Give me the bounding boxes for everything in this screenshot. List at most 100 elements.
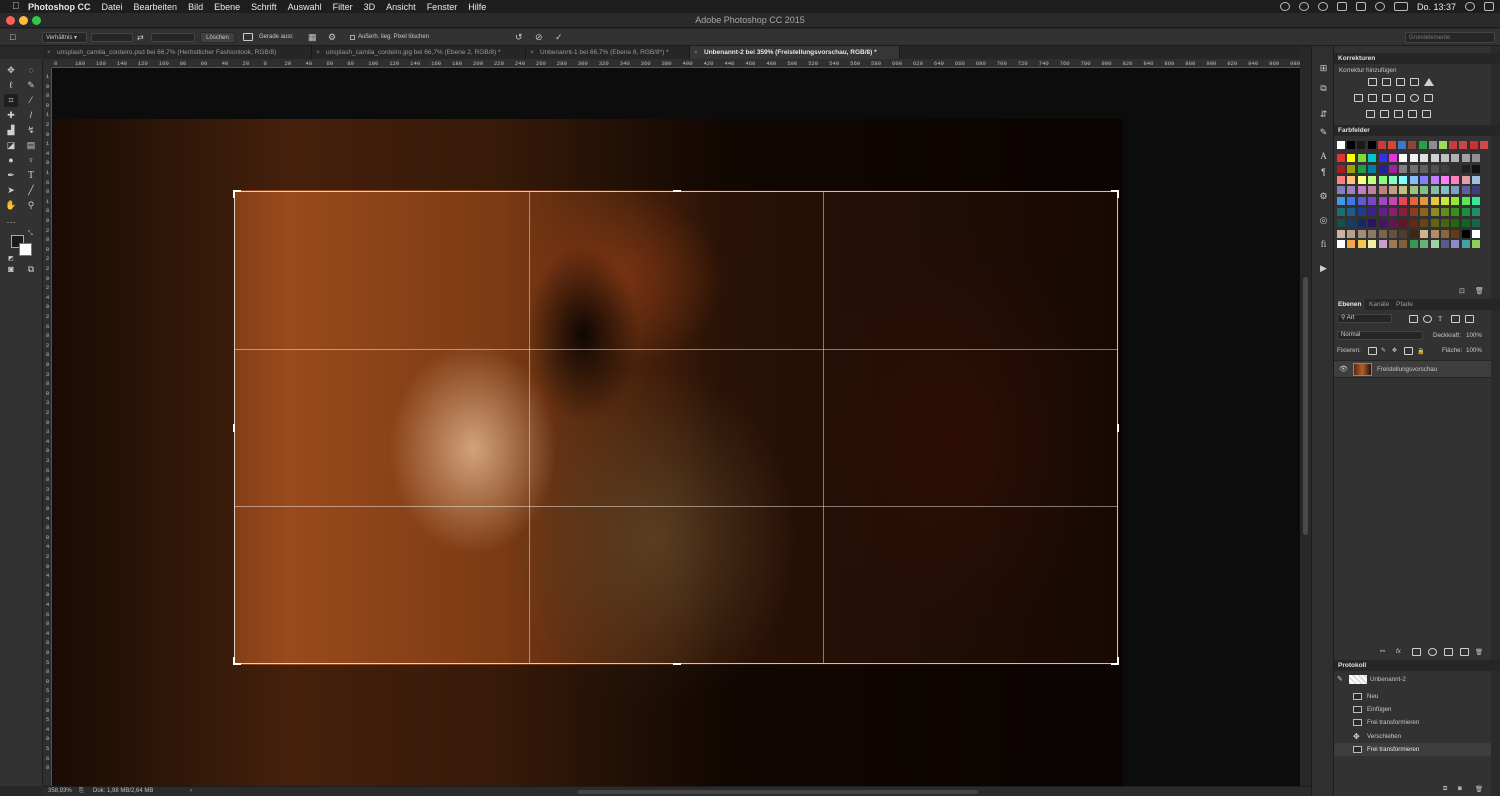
filter-smart-objects-icon[interactable] [1465, 315, 1474, 323]
color-swatch[interactable] [1357, 154, 1366, 162]
color-swatch[interactable] [1451, 229, 1460, 238]
spotlight-search-icon[interactable] [1465, 2, 1475, 11]
horizontal-ruler[interactable]: 0 180 160 140 120 100 80 60 40 20 0 20 40 60 80 100 120 1… [52, 59, 1300, 68]
color-swatch[interactable] [1347, 229, 1356, 238]
crop-handle-right[interactable] [1117, 424, 1119, 432]
color-swatch[interactable] [1441, 218, 1449, 227]
history-brush-tool-icon[interactable]: ↯ [24, 124, 38, 137]
color-swatch[interactable] [1337, 240, 1345, 249]
color-swatch[interactable] [1472, 197, 1481, 206]
color-swatch[interactable] [1357, 208, 1366, 216]
color-swatch[interactable] [1420, 164, 1429, 173]
color-swatch[interactable] [1378, 218, 1387, 227]
clear-button[interactable]: Löschen [200, 32, 235, 43]
layer-name[interactable]: Freistellungsvorschau [1377, 366, 1437, 373]
delete-pixels-label[interactable]: Außerh. lieg. Pixel löschen [358, 32, 429, 43]
color-swatch[interactable] [1337, 186, 1345, 195]
menu-bearbeiten[interactable]: Bearbeiten [134, 2, 178, 12]
status-check-icon[interactable] [1279, 2, 1290, 11]
delete-state-icon[interactable]: 🗑 [1475, 785, 1483, 793]
lock-pixels-icon[interactable]: ✎ [1381, 347, 1386, 354]
color-swatch[interactable] [1347, 141, 1356, 149]
color-swatch[interactable] [1441, 175, 1449, 184]
color-swatch[interactable] [1441, 154, 1449, 162]
color-swatch[interactable] [1389, 229, 1397, 238]
new-snapshot-icon[interactable]: ◙ [1458, 785, 1462, 792]
filter-shape-layers-icon[interactable] [1451, 315, 1460, 323]
color-swatch[interactable] [1420, 229, 1429, 238]
color-swatch[interactable] [1337, 229, 1345, 238]
history-brush-source-icon[interactable]: ✎ [1337, 673, 1343, 686]
gradient-map-icon[interactable] [1408, 110, 1417, 118]
color-swatch[interactable] [1399, 175, 1408, 184]
healing-brush-tool-icon[interactable]: ✚ [4, 109, 18, 122]
layer-mask-icon[interactable] [1412, 648, 1421, 656]
new-group-icon[interactable] [1444, 648, 1453, 656]
color-swatch[interactable] [1420, 218, 1429, 227]
color-swatch[interactable] [1378, 240, 1387, 249]
battery-icon[interactable] [1393, 2, 1408, 11]
pen-tool-icon[interactable]: ✒ [4, 169, 18, 182]
opacity-value[interactable]: 100% [1466, 332, 1482, 339]
color-swatch[interactable] [1420, 175, 1429, 184]
color-swatch[interactable] [1378, 154, 1387, 162]
move-tool-icon[interactable]: ✥ [4, 64, 18, 77]
crop-handle-top[interactable] [673, 190, 681, 192]
color-swatch[interactable] [1357, 186, 1366, 195]
posterize-icon[interactable] [1380, 110, 1389, 118]
brush-presets-icon[interactable]: ⇵ [1317, 108, 1330, 120]
color-swatch[interactable] [1469, 141, 1478, 149]
color-swatch[interactable] [1399, 208, 1408, 216]
color-swatch[interactable] [1389, 240, 1397, 249]
color-swatch[interactable] [1459, 141, 1468, 149]
ratio-width-input[interactable] [91, 33, 133, 42]
color-swatch[interactable] [1409, 218, 1418, 227]
color-swatch[interactable] [1378, 175, 1387, 184]
color-swatch[interactable] [1430, 218, 1439, 227]
delete-pixels-checkbox[interactable] [350, 35, 355, 40]
color-swatch[interactable] [1461, 186, 1470, 195]
color-swatch[interactable] [1378, 164, 1387, 173]
reset-crop-icon[interactable]: ↺ [515, 32, 523, 43]
color-swatch[interactable] [1368, 229, 1377, 238]
hand-tool-icon[interactable]: ✋ [4, 199, 18, 212]
filter-pixel-layers-icon[interactable] [1409, 315, 1418, 323]
crop-handle-bottom-left[interactable] [233, 657, 235, 665]
apple-menu-icon[interactable]:  [12, 1, 22, 12]
black-white-icon[interactable] [1382, 94, 1391, 102]
status-menu-chevron-icon[interactable]: › [190, 787, 192, 796]
adjustments-panel-header[interactable]: Korrekturen [1334, 53, 1500, 64]
color-swatch[interactable] [1337, 197, 1345, 206]
color-swatch[interactable] [1368, 197, 1377, 206]
color-swatch[interactable] [1451, 164, 1460, 173]
color-swatch[interactable] [1337, 164, 1345, 173]
layer-filter-dropdown[interactable]: ⚲ Art [1337, 314, 1392, 323]
channel-mixer-icon[interactable] [1410, 94, 1419, 102]
color-swatch[interactable] [1368, 218, 1377, 227]
document-tab-active[interactable]: × Unbenannt-2 bei 359% (Freistellungsvors… [690, 46, 900, 59]
marquee-tool-icon[interactable]: ◌ [24, 64, 38, 77]
color-swatch[interactable] [1368, 186, 1377, 195]
color-swatch[interactable] [1389, 164, 1397, 173]
filter-type-layers-icon[interactable]: T [1438, 315, 1442, 323]
curves-adjustment-icon[interactable] [1396, 78, 1405, 86]
color-swatch[interactable] [1472, 164, 1481, 173]
blur-tool-icon[interactable]: ● [4, 154, 18, 167]
crop-handle-left[interactable] [233, 424, 235, 432]
color-swatch[interactable] [1430, 229, 1439, 238]
crop-tool-icon[interactable]: ⌗ [4, 94, 18, 107]
color-swatch[interactable] [1430, 240, 1439, 249]
tab-close-icon[interactable]: × [316, 46, 320, 59]
color-swatch[interactable] [1451, 208, 1460, 216]
color-swatch[interactable] [1378, 208, 1387, 216]
color-swatch[interactable] [1461, 175, 1470, 184]
fill-value[interactable]: 100% [1466, 347, 1482, 354]
straighten-label[interactable]: Gerade ausr. [259, 32, 294, 43]
ruler-origin[interactable] [43, 59, 52, 68]
tab-paths[interactable]: Pfade [1392, 299, 1417, 310]
color-swatch[interactable] [1430, 175, 1439, 184]
color-swatch[interactable] [1420, 186, 1429, 195]
menu-filter[interactable]: Filter [333, 2, 353, 12]
color-swatch[interactable] [1337, 141, 1345, 149]
tab-channels[interactable]: Kanäle [1365, 299, 1393, 310]
